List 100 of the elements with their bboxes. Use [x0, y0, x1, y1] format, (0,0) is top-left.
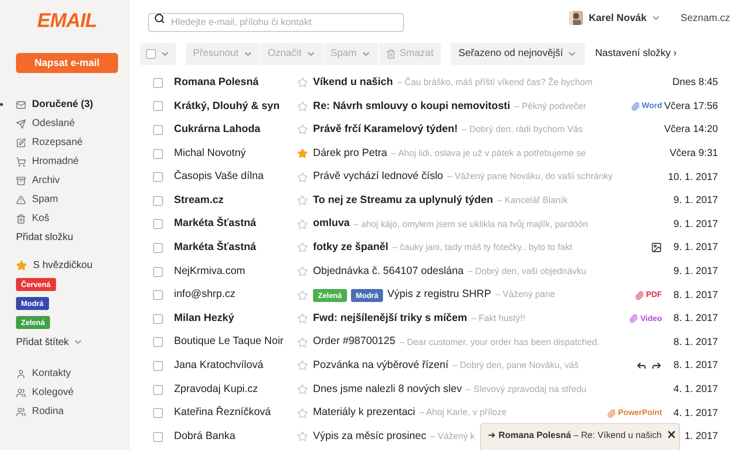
select-all-control[interactable] [140, 42, 176, 64]
star-icon[interactable] [297, 431, 308, 442]
date: Včera 14:20 [664, 123, 718, 138]
date: Včera 17:56 [664, 100, 718, 114]
subject: fotky ze španěl [313, 240, 388, 256]
sender: Romana Polesná [174, 74, 260, 90]
add-folder-link[interactable]: Přidat složku [16, 228, 118, 247]
preview-text: – Vážený k [430, 430, 475, 443]
subject: Právě frčí Karamelový týden! [313, 122, 458, 138]
contact-group-item[interactable]: Kolegové [16, 383, 118, 402]
checkbox[interactable] [153, 148, 163, 159]
star-icon[interactable] [297, 148, 308, 160]
subject: Právě vychází lednové číslo [313, 169, 444, 184]
date: 8. 1. 2017 [674, 288, 718, 303]
trash-icon [386, 48, 396, 58]
sender: info@shrp.cz [174, 287, 236, 302]
user-menu[interactable]: Karel Novák [588, 10, 661, 26]
sort-menu-button[interactable]: Seřazeno od nejnovější [450, 42, 586, 64]
preview-text: – Kancelář Blaník [497, 194, 568, 208]
date: 8. 1. 2017 [674, 336, 718, 350]
star-icon[interactable] [297, 124, 308, 136]
image-icon [651, 242, 662, 254]
folder-item[interactable]: Hromadné [16, 152, 118, 171]
starred-filter[interactable]: S hvězdičkou [16, 257, 118, 273]
spam-icon [16, 194, 26, 204]
close-icon[interactable] [666, 429, 677, 440]
star-icon[interactable] [297, 313, 308, 324]
sender: Stream.cz [174, 192, 225, 208]
attachment-link[interactable]: PDF [635, 289, 662, 302]
sender: Michal Novotný [174, 146, 247, 161]
date: 9. 1. 2017 [674, 218, 718, 232]
trash-icon [16, 214, 26, 224]
star-icon[interactable] [297, 360, 308, 372]
attachment-link[interactable]: Word [630, 100, 662, 112]
checkbox[interactable] [153, 360, 163, 371]
star-icon[interactable] [297, 384, 308, 396]
checkbox[interactable] [153, 266, 163, 277]
star-icon[interactable] [297, 336, 308, 348]
subject: Pozvánka na výběrové řízení [313, 358, 448, 374]
star-icon[interactable] [297, 100, 308, 112]
star-icon[interactable] [297, 195, 308, 206]
preview-text: – Pěkný podvečer [514, 100, 586, 113]
notification-text[interactable]: ➜ Romana Polesná – Re: Víkend u našich [488, 429, 662, 442]
contact-group-item[interactable]: Kontakty [16, 364, 118, 383]
subject: Order #98700125 [313, 334, 396, 350]
sender: Cukrárna Lahoda [174, 122, 262, 138]
star-icon[interactable] [297, 290, 308, 301]
star-icon[interactable] [297, 77, 308, 88]
checkbox[interactable] [153, 196, 163, 206]
subject: Re: Návrh smlouvy o koupi nemovitosti [313, 98, 510, 114]
preview-text: – Slevový zpravodaj na středu [466, 382, 586, 396]
checkbox[interactable] [153, 219, 163, 230]
checkbox[interactable] [153, 290, 163, 300]
avatar[interactable] [568, 11, 583, 25]
subject: Dnes jsme nalezli 8 nových slev [313, 382, 462, 397]
star-icon[interactable] [297, 242, 308, 254]
subject: Objednávka č. 564107 odeslána [313, 264, 464, 279]
sent-icon [16, 118, 26, 128]
subject: Výpis z registru SHRP [387, 287, 492, 302]
folder-settings-link[interactable]: Nastavení složky › [595, 46, 677, 61]
star-icon[interactable] [297, 266, 308, 278]
checkbox[interactable] [153, 337, 163, 348]
sender: Jana Kratochvílová [174, 358, 264, 374]
preview-text: – Vážený pane Nováku, do vaší schránky [447, 170, 613, 184]
checkbox[interactable] [153, 172, 163, 182]
attachment-link[interactable]: Video [629, 312, 662, 325]
star-icon[interactable] [297, 172, 308, 183]
sender: NejKrmiva.com [174, 264, 246, 279]
contact-group-item[interactable]: Rodina [16, 402, 118, 421]
sender: Markéta Šťastná [174, 216, 258, 232]
add-label-link[interactable]: Přidat štítek [16, 334, 118, 350]
folder-item[interactable]: Odeslané [16, 114, 118, 133]
star-icon[interactable] [297, 408, 308, 419]
checkbox[interactable] [153, 78, 163, 88]
preview-text: – Ahoj Karle, v příloze [419, 406, 507, 420]
checkbox[interactable] [146, 48, 156, 58]
folder-item[interactable]: Doručené (3) [16, 95, 118, 114]
subject: Fwd: nejšílenější triky s míčem [313, 310, 468, 326]
site-link[interactable]: Seznam.cz [680, 10, 730, 26]
checkbox[interactable] [153, 432, 163, 442]
inbox-icon [16, 100, 26, 110]
sender: Dobrá Banka [174, 428, 236, 444]
checkbox[interactable] [153, 384, 163, 395]
checkbox[interactable] [153, 242, 163, 253]
search-field[interactable]: Hledejte e‑mail, přílohu či kontakt [148, 12, 404, 32]
folder-item[interactable]: Koš [16, 209, 118, 228]
checkbox[interactable] [153, 101, 163, 112]
folder-item[interactable]: Archiv [16, 171, 118, 190]
checkbox[interactable] [153, 314, 163, 324]
paperclip-icon [635, 290, 644, 300]
checkbox[interactable] [153, 408, 163, 418]
star-icon[interactable] [297, 218, 308, 230]
search-icon [154, 12, 165, 24]
checkbox[interactable] [153, 124, 163, 135]
folder-item[interactable]: Spam [16, 190, 118, 209]
folder-item[interactable]: Rozepsané [16, 133, 118, 152]
subject: Dárek pro Petra [313, 146, 388, 161]
date: 10. 1. 2017 [668, 170, 718, 185]
person-icon [16, 368, 26, 378]
date: 9. 1. 2017 [674, 241, 718, 256]
